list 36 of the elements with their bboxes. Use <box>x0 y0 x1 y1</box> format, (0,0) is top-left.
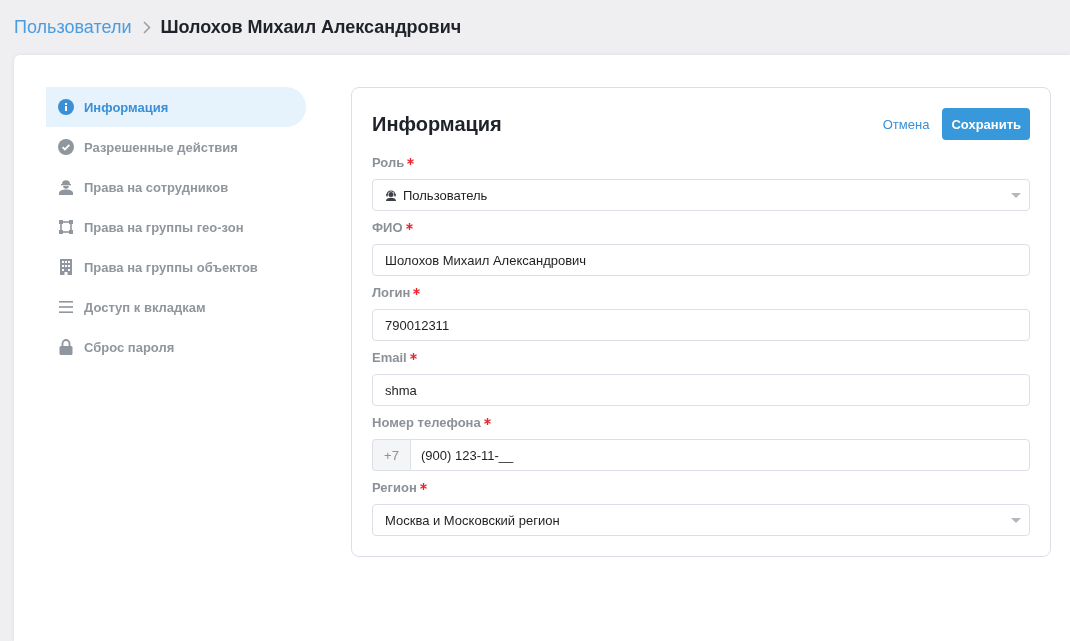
field-label: ФИО <box>372 219 403 236</box>
dropdown-field[interactable]: Москва и Московский регион <box>372 504 1030 536</box>
check-circle-icon <box>58 139 74 155</box>
text-field[interactable]: Шолохов Михаил Александрович <box>372 244 1030 276</box>
dropdown-field[interactable]: Пользователь <box>372 179 1030 211</box>
sidebar-item[interactable]: Права на группы гео-зон <box>46 207 306 247</box>
page-title: Шолохов Михаил Александрович <box>160 17 462 38</box>
headset-user-icon <box>385 189 397 201</box>
list-icon <box>59 301 73 313</box>
lock-icon <box>59 339 73 355</box>
sidebar-item[interactable]: Сброс пароля <box>46 327 306 367</box>
text-field[interactable]: shma <box>372 374 1030 406</box>
field-label: Регион <box>372 479 417 496</box>
field-label: Email <box>372 349 407 366</box>
sidebar-item[interactable]: Права на группы объектов <box>46 247 306 287</box>
text-field[interactable]: 790012311 <box>372 309 1030 341</box>
sidebar-item[interactable]: Информация <box>46 87 306 127</box>
cancel-button[interactable]: Отмена <box>882 116 930 132</box>
sidebar-item[interactable]: Права на сотрудников <box>46 167 306 207</box>
sidebar-item[interactable]: Разрешенные действия <box>46 127 306 167</box>
field-label: Номер телефона <box>372 414 481 431</box>
field-label: Роль <box>372 154 405 171</box>
caret-icon <box>1011 517 1021 523</box>
square-outline-icon <box>59 220 73 234</box>
info-icon <box>58 99 74 115</box>
sidebar-item[interactable]: Доступ к вкладкам <box>46 287 306 327</box>
worker-icon <box>59 179 73 195</box>
field-label: Логин <box>372 284 411 301</box>
country-code-prefix: +7 <box>372 439 410 471</box>
save-button[interactable]: Сохранить <box>942 108 1030 140</box>
phone-field[interactable]: (900) 123-11-__ <box>410 439 1030 471</box>
building-icon <box>60 259 72 275</box>
breadcrumb-link[interactable]: Пользователи <box>14 17 132 38</box>
chevron-right-icon <box>143 21 152 34</box>
form-title: Информация <box>372 112 502 136</box>
caret-icon <box>1011 192 1021 198</box>
